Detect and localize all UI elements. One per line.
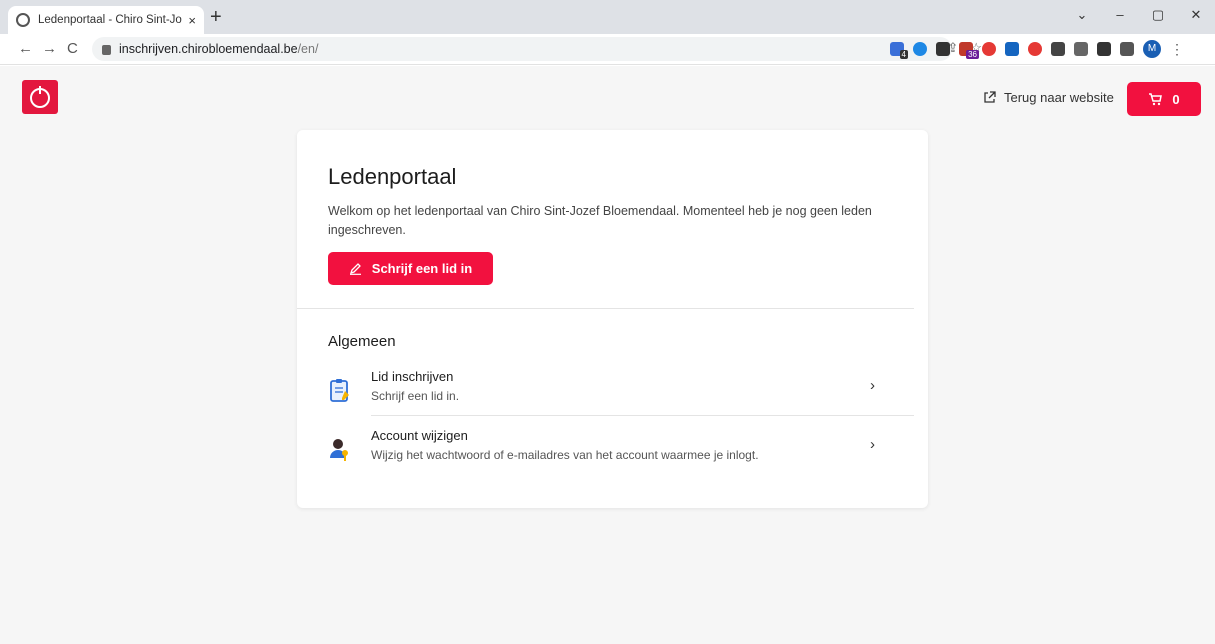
user-key-icon: [330, 439, 348, 461]
divider: [297, 308, 914, 309]
menu-item-title: Account wijzigen: [371, 428, 468, 443]
tab-title: Ledenportaal - Chiro Sint-Jozef B: [38, 14, 182, 26]
pencil-icon: [349, 263, 361, 275]
cart-icon: [1149, 92, 1163, 105]
google-icon[interactable]: [1097, 42, 1111, 56]
cart-button[interactable]: 0: [1127, 82, 1201, 116]
window-controls: ⌄ – ▢ ✕: [1063, 0, 1215, 30]
maximize-button[interactable]: ▢: [1139, 0, 1177, 30]
logo-icon: [30, 86, 50, 108]
forward-arrow-icon[interactable]: →: [42, 40, 57, 58]
extension-icon[interactable]: [1005, 42, 1019, 56]
profile-avatar[interactable]: M: [1143, 40, 1161, 58]
new-tab-button[interactable]: +: [210, 6, 222, 28]
chevron-right-icon: ›: [870, 436, 875, 453]
extension-icon[interactable]: [913, 42, 927, 56]
close-window-button[interactable]: ✕: [1177, 0, 1215, 30]
extensions-bar: 4 36 M ⋮: [890, 40, 1184, 59]
globe-icon: [16, 13, 30, 27]
minimize-button[interactable]: –: [1101, 0, 1139, 30]
section-title: Algemeen: [328, 333, 396, 350]
browser-menu-icon[interactable]: ⋮: [1170, 41, 1184, 58]
chevron-right-icon: ›: [870, 377, 875, 394]
side-panel-icon[interactable]: [1120, 42, 1134, 56]
menu-item-title: Lid inschrijven: [371, 369, 454, 384]
extension-icon[interactable]: [1028, 42, 1042, 56]
extension-badge: 4: [899, 50, 908, 59]
url-host: inschrijven.chirobloemendaal.be: [119, 42, 298, 56]
intro-text: Welkom op het ledenportaal van Chiro Sin…: [328, 204, 872, 237]
register-member-button[interactable]: Schrijf een lid in: [328, 252, 493, 285]
puzzle-icon[interactable]: [1051, 42, 1065, 56]
page-title: Ledenportaal: [328, 164, 457, 189]
download-icon[interactable]: [1074, 42, 1088, 56]
extension-icon[interactable]: 36: [959, 42, 979, 59]
back-arrow-icon[interactable]: ←: [18, 40, 33, 58]
item-divider: [371, 415, 914, 416]
register-member-label: Schrijf een lid in: [371, 261, 473, 276]
menu-item-edit-account[interactable]: Account wijzigen Wijzig het wachtwoord o…: [328, 428, 914, 478]
portal-card: Ledenportaal Welkom op het ledenportaal …: [297, 130, 928, 508]
back-link-label: Terug naar website: [1004, 90, 1114, 105]
external-link-icon: [984, 91, 996, 103]
reload-icon[interactable]: C: [67, 40, 78, 58]
extension-icon[interactable]: [936, 42, 950, 56]
extension-icon[interactable]: [982, 42, 996, 56]
browser-tab[interactable]: Ledenportaal - Chiro Sint-Jozef B ×: [8, 6, 204, 34]
chiro-logo[interactable]: [22, 80, 58, 114]
lock-icon: [102, 45, 111, 55]
browser-tab-bar: Ledenportaal - Chiro Sint-Jozef B × + ⌄ …: [0, 0, 1215, 34]
page-content: Terug naar website 0 Ledenportaal Welkom…: [0, 66, 1215, 644]
clipboard-icon: [330, 379, 349, 402]
browser-toolbar: ← → C inschrijven.chirobloemendaal.be /e…: [0, 34, 1215, 65]
extension-badge: 36: [966, 50, 979, 59]
back-to-website-link[interactable]: Terug naar website: [983, 90, 1114, 105]
menu-item-subtitle: Schrijf een lid in.: [371, 389, 460, 403]
address-bar[interactable]: inschrijven.chirobloemendaal.be /en/ ⇪ ☆: [92, 37, 982, 61]
menu-item-subtitle: Wijzig het wachtwoord of e-mailadres van…: [371, 448, 759, 462]
url-path: /en/: [297, 42, 319, 56]
menu-item-register-member[interactable]: Lid inschrijven Schrijf een lid in. ›: [328, 369, 914, 419]
tab-search-icon[interactable]: ⌄: [1063, 0, 1101, 30]
tab-close-icon[interactable]: ×: [188, 13, 196, 28]
cart-count: 0: [1172, 91, 1180, 107]
extension-icon[interactable]: 4: [890, 42, 908, 59]
